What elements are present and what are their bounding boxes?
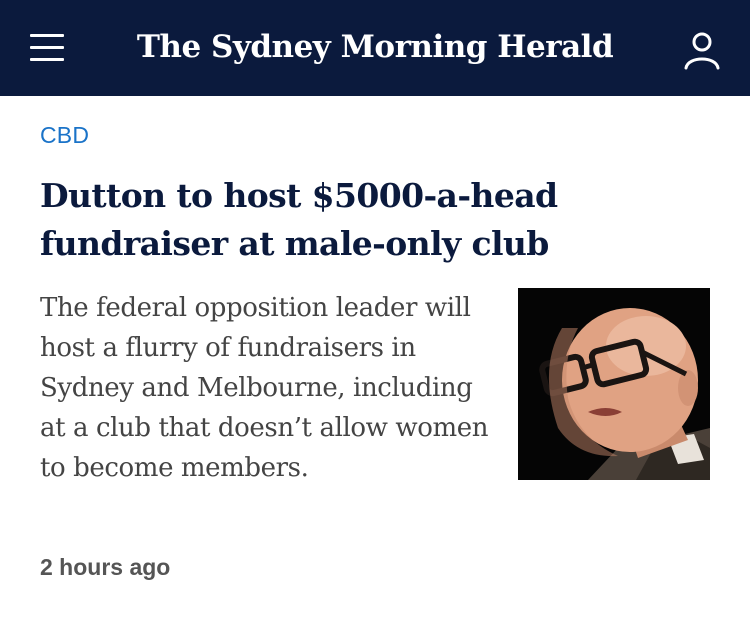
article-thumbnail[interactable] <box>518 288 710 480</box>
masthead-logo[interactable]: The Sydney Morning Herald <box>120 22 630 72</box>
hamburger-menu-icon[interactable] <box>30 28 66 66</box>
article-summary: The federal opposition leader will host … <box>40 293 489 483</box>
section-link[interactable]: CBD <box>40 122 89 149</box>
site-header: The Sydney Morning Herald <box>0 0 750 96</box>
menu-bar <box>30 58 64 61</box>
portrait-image <box>518 288 710 480</box>
menu-bar <box>30 34 64 37</box>
user-account-icon[interactable] <box>682 30 722 70</box>
article-headline[interactable]: Dutton to host $5000-a-head fundraiser a… <box>40 172 640 268</box>
menu-bar <box>30 46 64 49</box>
article-timestamp: 2 hours ago <box>40 554 171 580</box>
